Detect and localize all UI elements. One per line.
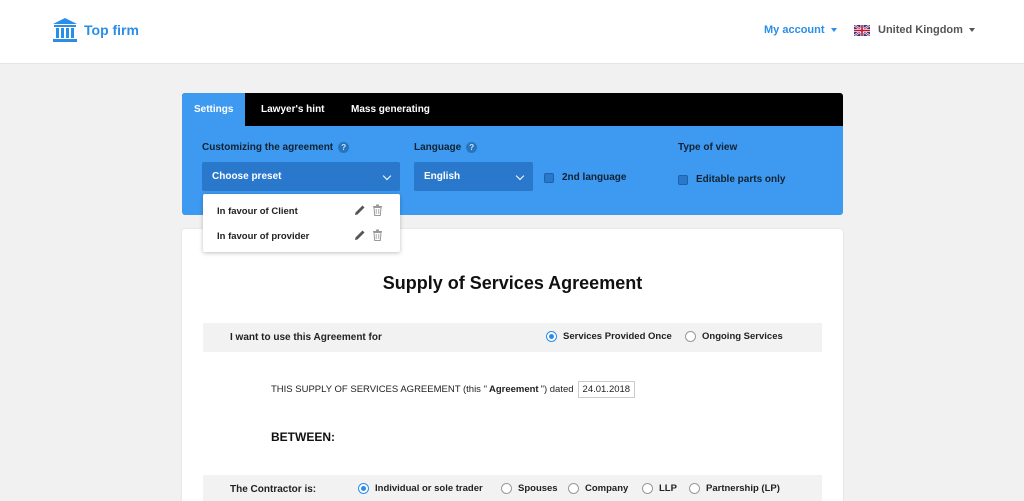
- radio-label: Partnership (LP): [706, 483, 780, 494]
- radio-company[interactable]: Company: [568, 483, 628, 494]
- radio-unselected: [685, 331, 696, 342]
- radio-ongoing-services[interactable]: Ongoing Services: [685, 331, 783, 342]
- country-selector[interactable]: United Kingdom: [854, 24, 975, 36]
- customizing-label-text: Customizing the agreement: [202, 142, 334, 153]
- type-of-view-label: Type of view: [678, 142, 738, 153]
- logo[interactable]: Top firm: [52, 17, 139, 43]
- help-icon[interactable]: ?: [338, 142, 350, 153]
- preset-option[interactable]: In favour of provider: [217, 231, 309, 242]
- language-label-text: Language: [414, 142, 462, 153]
- customizing-label: Customizing the agreement ?: [202, 142, 350, 153]
- editable-parts-label: Editable parts only: [696, 174, 786, 185]
- radio-selected: [546, 331, 557, 342]
- contractor-row: The Contractor is: Individual or sole tr…: [203, 475, 822, 501]
- preset-select[interactable]: Choose preset: [202, 162, 400, 191]
- trash-icon[interactable]: [372, 204, 383, 216]
- preset-option[interactable]: In favour of Client: [217, 206, 298, 217]
- preset-select-value: Choose preset: [212, 171, 282, 182]
- use-for-row: I want to use this Agreement for Service…: [203, 323, 822, 352]
- chevron-down-icon: [830, 28, 837, 32]
- trash-icon[interactable]: [372, 229, 383, 241]
- checkbox-box: [544, 172, 554, 183]
- radio-spouses[interactable]: Spouses: [501, 483, 558, 494]
- agreement-intro: THIS SUPPLY OF SERVICES AGREEMENT (this …: [271, 381, 636, 398]
- chevron-down-icon: [382, 171, 392, 181]
- radio-unselected: [568, 483, 579, 494]
- language-select[interactable]: English: [414, 162, 533, 191]
- language-label: Language ?: [414, 142, 478, 153]
- checkbox-box: [678, 174, 688, 185]
- radio-services-once[interactable]: Services Provided Once: [546, 331, 672, 342]
- pencil-icon[interactable]: [354, 204, 366, 216]
- tab-lawyers-hint[interactable]: Lawyer's hint: [261, 93, 325, 126]
- chevron-down-icon: [968, 28, 975, 32]
- country-label: United Kingdom: [878, 24, 963, 36]
- radio-individual[interactable]: Individual or sole trader: [358, 483, 483, 494]
- radio-llp[interactable]: LLP: [642, 483, 677, 494]
- pencil-icon[interactable]: [354, 229, 366, 241]
- second-language-label: 2nd language: [562, 172, 627, 183]
- logo-text: Top firm: [84, 22, 139, 38]
- radio-unselected: [501, 483, 512, 494]
- contractor-label: The Contractor is:: [230, 484, 317, 495]
- chevron-down-icon: [515, 171, 525, 181]
- intro-bold-text: Agreement: [488, 384, 539, 395]
- radio-label: LLP: [659, 483, 677, 494]
- language-select-value: English: [424, 171, 461, 182]
- my-account-label: My account: [764, 24, 825, 36]
- my-account-menu[interactable]: My account: [764, 24, 837, 36]
- radio-label: Services Provided Once: [563, 331, 672, 342]
- radio-label: Ongoing Services: [702, 331, 783, 342]
- top-bar: Top firm My account United Kingdom: [0, 0, 1024, 64]
- uk-flag-icon: [854, 24, 870, 36]
- preset-actions: [354, 229, 389, 241]
- page-title: Supply of Services Agreement: [382, 273, 643, 293]
- bank-icon: [53, 18, 77, 42]
- agreement-document: Supply of Services Agreement I want to u…: [182, 229, 843, 501]
- intro-text: THIS SUPPLY OF SERVICES AGREEMENT (this …: [271, 384, 487, 395]
- help-icon[interactable]: ?: [466, 142, 478, 153]
- radio-unselected: [642, 483, 653, 494]
- tab-mass-generating[interactable]: Mass generating: [351, 93, 430, 126]
- second-language-checkbox[interactable]: 2nd language: [544, 172, 626, 183]
- radio-label: Spouses: [518, 483, 558, 494]
- radio-label: Individual or sole trader: [375, 483, 483, 494]
- radio-partnership[interactable]: Partnership (LP): [689, 483, 780, 494]
- between-heading: BETWEEN:: [271, 430, 335, 444]
- preset-actions: [354, 204, 389, 216]
- radio-selected: [358, 483, 369, 494]
- editable-parts-checkbox[interactable]: Editable parts only: [678, 174, 785, 185]
- use-for-label: I want to use this Agreement for: [230, 332, 382, 343]
- settings-tabs: Settings Lawyer's hint Mass generating: [182, 93, 843, 126]
- radio-unselected: [689, 483, 700, 494]
- radio-label: Company: [585, 483, 629, 494]
- preset-dropdown: In favour of Client In favour of provide…: [203, 194, 400, 252]
- tab-settings[interactable]: Settings: [182, 93, 246, 126]
- date-field[interactable]: 24.01.2018: [577, 381, 636, 398]
- intro-text: ") dated: [540, 384, 574, 395]
